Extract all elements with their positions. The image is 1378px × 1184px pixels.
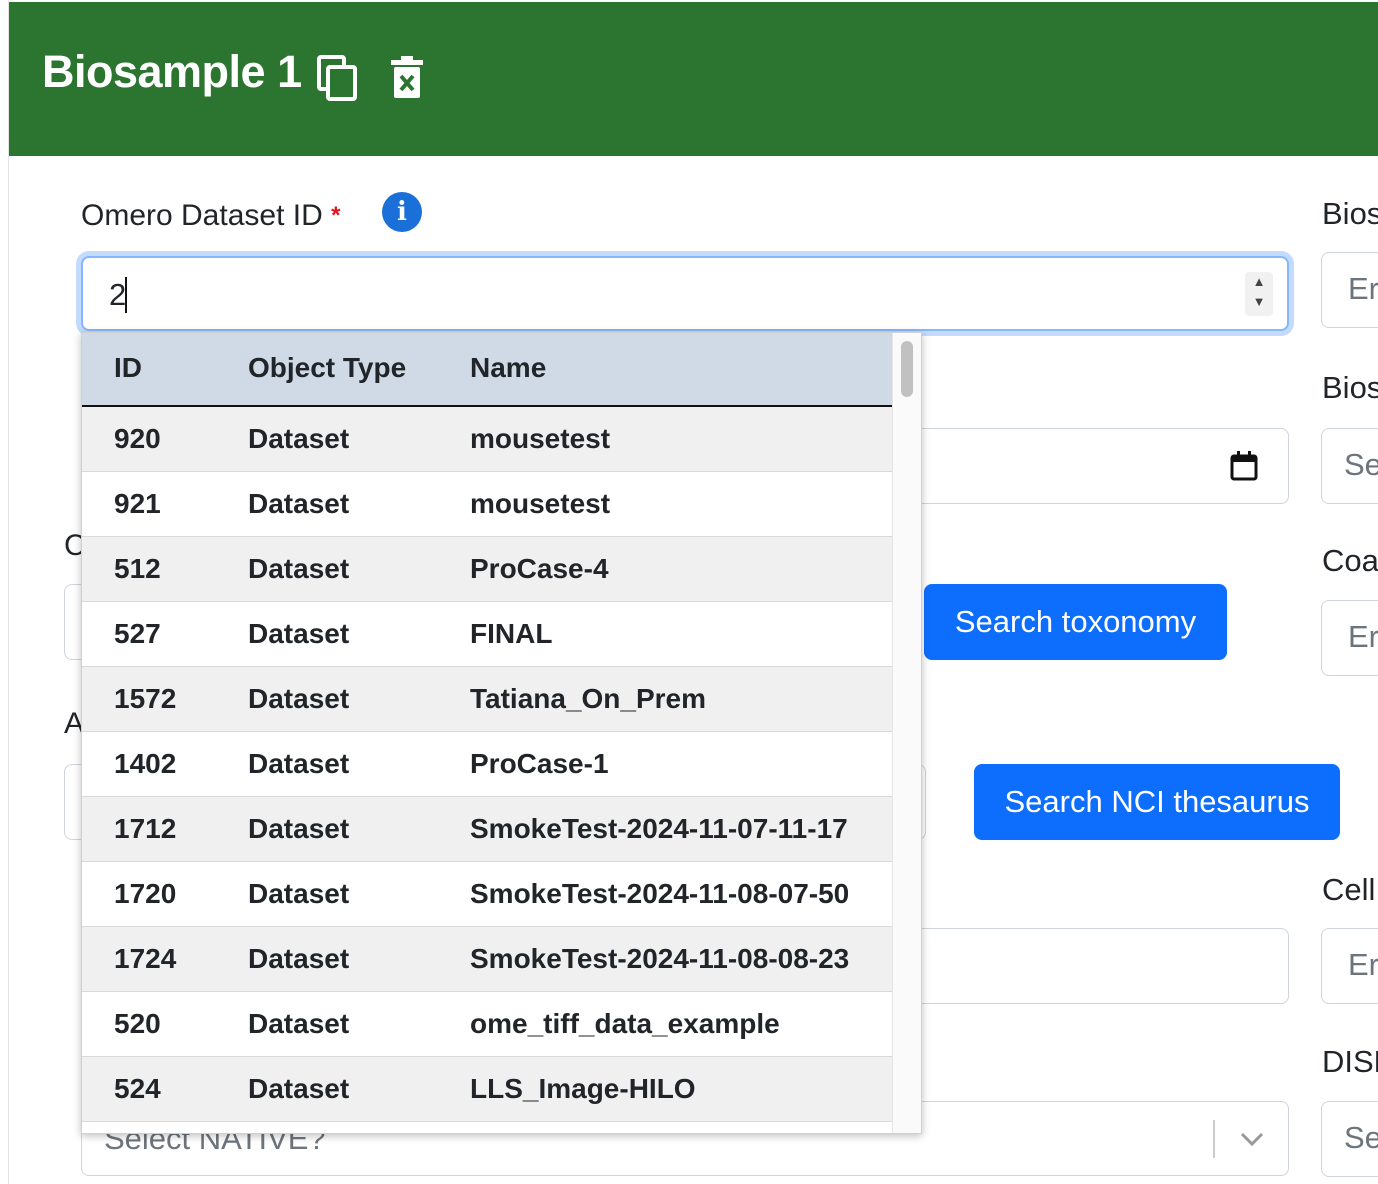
row-id: 1572: [114, 683, 177, 714]
row-type: Dataset: [248, 618, 350, 649]
date-input[interactable]: [905, 428, 1289, 504]
row-name: mousetest: [470, 423, 611, 454]
dropdown-row[interactable]: 520 Dataset ome_tiff_data_example: [82, 992, 892, 1057]
cut-label-c: C: [64, 529, 81, 562]
dropdown-row[interactable]: 1724 Dataset SmokeTest-2024-11-08-08-23: [82, 927, 892, 992]
required-mark: *: [331, 202, 341, 229]
row-type: Dataset: [248, 423, 350, 454]
row-name: LLS_Image-HILO: [470, 1073, 696, 1104]
row-name: SmokeTest-2024-11-08-07-50: [470, 878, 850, 909]
right-input-4-placeholder: Er: [1348, 947, 1378, 982]
trash-icon[interactable]: [389, 56, 425, 100]
row-name: FINAL: [470, 618, 553, 649]
right-input-1-placeholder: Er: [1348, 271, 1378, 306]
omero-dataset-label-text: Omero Dataset ID: [81, 199, 323, 232]
copy-icon[interactable]: [316, 54, 360, 102]
dropdown-row[interactable]: 1712 Dataset SmokeTest-2024-11-07-11-17: [82, 797, 892, 862]
right-input-1[interactable]: Er: [1321, 252, 1378, 328]
row-type: Dataset: [248, 683, 350, 714]
omero-dataset-value: 2: [109, 277, 127, 312]
right-label-3: Coa: [1322, 543, 1378, 578]
row-name: Tatiana_On_Prem: [470, 683, 707, 714]
row-type: Dataset: [248, 813, 350, 844]
right-input-3[interactable]: Er: [1321, 600, 1378, 676]
number-spinner-icon[interactable]: ▲ ▼: [1245, 272, 1273, 316]
row-name: ome_tiff_data_example: [470, 1008, 780, 1039]
row-id: 520: [114, 1008, 161, 1039]
dropdown-row[interactable]: 1572 Dataset Tatiana_On_Prem: [82, 667, 892, 732]
row-name: SmokeTest-2024-11-08-08-23: [470, 943, 850, 974]
page-edge: [0, 0, 9, 1184]
row-id: 1724: [114, 943, 177, 974]
right-label-4: Cell: [1322, 872, 1376, 907]
row-name: SmokeTest-2024-11-07-11-17: [470, 813, 848, 844]
dataset-dropdown[interactable]: ID Object Type Name 920 Dataset mousetes…: [81, 332, 922, 1134]
row-id: 1712: [114, 813, 177, 844]
biosample-title: Biosample 1: [42, 46, 302, 97]
row-name: ProCase-1: [470, 748, 609, 779]
dropdown-row[interactable]: 512 Dataset ProCase-4: [82, 537, 892, 602]
row-id: 1720: [114, 878, 177, 909]
calendar-icon[interactable]: [1230, 451, 1258, 481]
row-type: Dataset: [248, 878, 350, 909]
search-nci-button[interactable]: Search NCI thesaurus: [974, 764, 1340, 840]
row-type: Dataset: [248, 748, 350, 779]
row-type: Dataset: [248, 1008, 350, 1039]
row-id: 524: [114, 1073, 161, 1104]
dropdown-rows: 920 Dataset mousetest 921 Dataset mouset…: [82, 407, 892, 1122]
right-select-5[interactable]: Se: [1321, 1101, 1378, 1177]
right-input-3-placeholder: Er: [1348, 619, 1378, 654]
right-label-2: Bios: [1322, 370, 1378, 405]
right-input-4[interactable]: Er: [1321, 928, 1378, 1004]
cut-label-a: A: [64, 707, 81, 740]
row-id: 921: [114, 488, 161, 519]
dropdown-row[interactable]: 527 Dataset FINAL: [82, 602, 892, 667]
omero-dataset-input[interactable]: 2 ▲ ▼: [81, 256, 1289, 331]
dropdown-row[interactable]: 524 Dataset LLS_Image-HILO: [82, 1057, 892, 1122]
dropdown-header: ID Object Type Name: [82, 333, 892, 407]
chevron-down-icon[interactable]: [1239, 1130, 1265, 1148]
right-label-5: DISE: [1322, 1044, 1378, 1079]
dropdown-row[interactable]: 1720 Dataset SmokeTest-2024-11-08-07-50: [82, 862, 892, 927]
row-id: 527: [114, 618, 161, 649]
omero-dataset-label: Omero Dataset ID *: [81, 198, 340, 234]
dropdown-row[interactable]: 920 Dataset mousetest: [82, 407, 892, 472]
dropdown-row[interactable]: 1402 Dataset ProCase-1: [82, 732, 892, 797]
dropdown-row[interactable]: 921 Dataset mousetest: [82, 472, 892, 537]
search-taxonomy-button[interactable]: Search toxonomy: [924, 584, 1227, 660]
secondary-input[interactable]: [905, 928, 1289, 1004]
column-header-object-type: Object Type: [248, 352, 407, 383]
right-select-5-placeholder: Se: [1344, 1120, 1378, 1155]
dropdown-scroll-thumb[interactable]: [901, 341, 913, 397]
column-header-id: ID: [114, 352, 142, 383]
row-id: 920: [114, 423, 161, 454]
row-type: Dataset: [248, 488, 350, 519]
column-header-name: Name: [470, 352, 547, 383]
row-type: Dataset: [248, 553, 350, 584]
row-id: 1402: [114, 748, 177, 779]
right-select-2[interactable]: Se: [1321, 428, 1378, 504]
row-id: 512: [114, 553, 161, 584]
dropdown-scrollbar[interactable]: [892, 333, 921, 1133]
right-label-1: Bios: [1322, 196, 1378, 231]
row-name: mousetest: [470, 488, 611, 519]
row-type: Dataset: [248, 1073, 350, 1104]
text-caret: [125, 277, 127, 313]
info-icon[interactable]: i: [382, 192, 422, 232]
right-select-2-placeholder: Se: [1344, 447, 1378, 482]
row-name: ProCase-4: [470, 553, 609, 584]
select-divider: [1213, 1120, 1215, 1158]
row-type: Dataset: [248, 943, 350, 974]
